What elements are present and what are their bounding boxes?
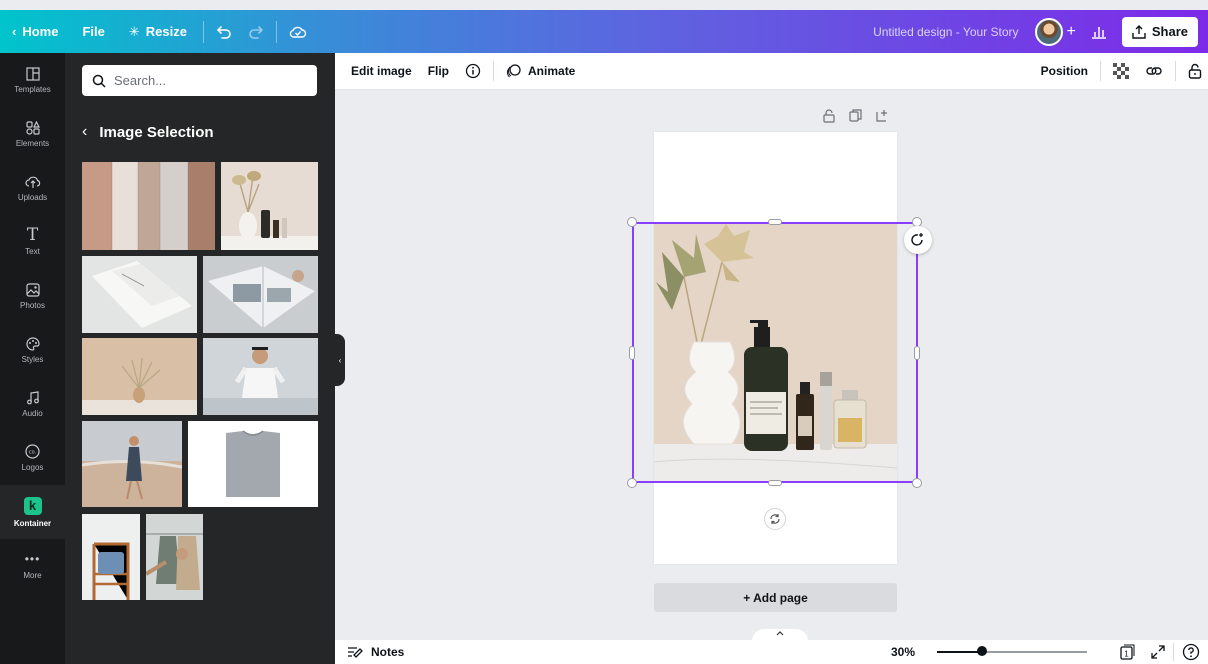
image-thumbnail-beach-woman[interactable] (82, 421, 182, 507)
text-icon: T (26, 225, 39, 245)
rail-item-styles[interactable]: Styles (0, 323, 65, 377)
divider (1175, 61, 1176, 81)
flip-button[interactable]: Flip (420, 64, 457, 78)
resize-handle-top-left[interactable] (627, 217, 637, 227)
image-thumbnail-magazine[interactable] (203, 256, 318, 333)
rotate-handle[interactable] (904, 226, 932, 254)
bottom-bar: Notes 30% 1 (335, 640, 1208, 664)
page-lock-icon[interactable] (823, 109, 835, 126)
image-selection-panel: ‹ Image Selection (65, 53, 335, 664)
animate-button[interactable]: Animate (498, 63, 583, 79)
image-thumbnail-clothing-rack[interactable] (146, 514, 203, 600)
zoom-slider-knob[interactable] (977, 646, 987, 656)
info-icon[interactable] (457, 63, 489, 79)
resize-handle-left[interactable] (629, 346, 635, 360)
page-count-button[interactable]: 1 (1111, 644, 1143, 660)
design-title[interactable]: Untitled design - Your Story (873, 25, 1034, 39)
image-thumbnail-brochure[interactable] (82, 256, 197, 333)
rotate-icon (911, 233, 923, 246)
avatar[interactable] (1034, 17, 1063, 46)
audio-icon (26, 390, 39, 404)
resize-handle-right[interactable] (914, 346, 920, 360)
search-box[interactable] (82, 65, 317, 96)
cloud-saved-icon[interactable] (281, 25, 315, 39)
animate-icon (506, 64, 521, 78)
rail-item-audio[interactable]: Audio (0, 377, 65, 431)
file-menu-button[interactable]: File (70, 10, 116, 53)
link-icon[interactable] (1137, 64, 1171, 78)
notes-button[interactable]: Notes (335, 645, 404, 659)
image-thumbnail-chair-cushion[interactable] (82, 514, 140, 600)
share-button[interactable]: Share (1121, 16, 1198, 47)
image-thumbnail-folded-tshirt[interactable] (188, 421, 318, 507)
home-button[interactable]: ‹ Home (0, 10, 70, 53)
resize-handle-bottom-right[interactable] (912, 478, 922, 488)
svg-text:1: 1 (1124, 650, 1129, 659)
left-rail: Templates Elements Uploads T Text Photos… (0, 53, 65, 664)
image-thumbnail-vase-bottles[interactable] (221, 162, 318, 250)
add-page-button[interactable]: + Add page (654, 583, 897, 612)
page-tools (823, 109, 889, 126)
resize-handle-bottom[interactable] (768, 480, 782, 486)
resize-handle-top[interactable] (768, 219, 782, 225)
selection-box[interactable] (632, 222, 918, 483)
chevron-up-icon (776, 631, 784, 636)
undo-icon[interactable] (208, 25, 240, 39)
lock-icon[interactable] (1180, 63, 1208, 79)
top-bar: ‹ Home File ✳ Resize Untitled design - Y… (0, 10, 1208, 53)
rail-item-uploads[interactable]: Uploads (0, 161, 65, 215)
zoom-slider[interactable] (937, 646, 1087, 656)
image-thumbnail-man-tshirt[interactable] (203, 338, 318, 415)
pages-icon: 1 (1120, 644, 1135, 660)
context-toolbar: Edit image Flip Animate Position (335, 53, 1208, 90)
svg-text:co.: co. (29, 450, 37, 456)
rail-item-photos[interactable]: Photos (0, 269, 65, 323)
divider (493, 61, 495, 81)
collapse-panel-button[interactable]: ‹ (335, 334, 345, 386)
resize-handle-bottom-left[interactable] (627, 478, 637, 488)
zoom-slider-fill (937, 651, 982, 653)
redo-icon[interactable] (240, 25, 272, 39)
kontainer-logo: k (23, 496, 42, 515)
rail-item-kontainer[interactable]: k Kontainer (0, 485, 65, 539)
styles-icon (25, 336, 40, 351)
sparkle-icon: ✳ (128, 23, 140, 39)
transparency-icon[interactable] (1105, 63, 1137, 79)
search-icon (92, 74, 106, 88)
insights-icon[interactable] (1082, 24, 1116, 40)
image-thumbnail-palm-leaf[interactable] (82, 338, 197, 415)
fullscreen-icon[interactable] (1143, 645, 1173, 659)
resize-button[interactable]: ✳ Resize (117, 10, 199, 53)
upload-icon (1132, 24, 1146, 39)
position-button[interactable]: Position (1033, 64, 1096, 78)
divider (1100, 61, 1101, 81)
logos-icon: co. (25, 444, 40, 459)
add-page-icon[interactable] (876, 109, 889, 126)
panel-title: Image Selection (99, 123, 214, 141)
back-chevron-icon[interactable]: ‹ (82, 123, 87, 141)
rail-item-elements[interactable]: Elements (0, 107, 65, 161)
panel-header: ‹ Image Selection (82, 123, 214, 141)
more-icon: ••• (24, 552, 41, 566)
divider (202, 20, 204, 43)
rail-item-text[interactable]: T Text (0, 215, 65, 269)
search-input[interactable] (114, 73, 294, 88)
image-thumbnail-sweaters[interactable] (82, 162, 215, 250)
templates-icon (25, 66, 40, 81)
elements-icon (25, 120, 40, 135)
rail-item-templates[interactable]: Templates (0, 53, 65, 107)
rail-item-more[interactable]: ••• More (0, 539, 65, 593)
rail-item-logos[interactable]: co. Logos (0, 431, 65, 485)
zoom-level[interactable]: 30% (891, 645, 915, 659)
photos-icon (25, 282, 40, 297)
duplicate-page-icon[interactable] (849, 109, 862, 126)
chevron-left-icon: ‹ (12, 24, 17, 39)
notes-icon (348, 647, 363, 658)
divider (275, 20, 277, 43)
help-icon[interactable] (1173, 643, 1208, 661)
add-collaborator-button[interactable]: + (1063, 23, 1082, 41)
refresh-icon[interactable] (764, 508, 786, 530)
edit-image-button[interactable]: Edit image (335, 64, 420, 78)
uploads-icon (24, 176, 40, 188)
